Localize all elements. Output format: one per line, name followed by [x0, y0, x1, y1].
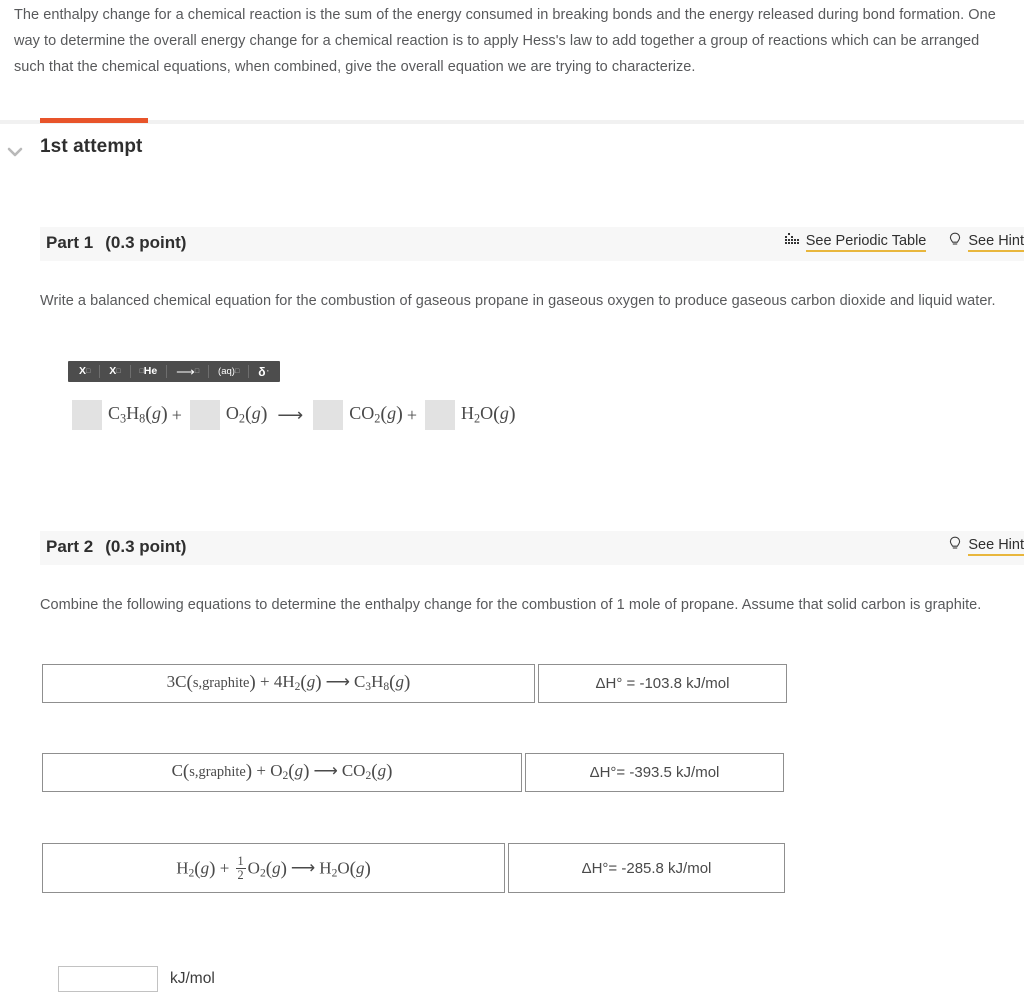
lightbulb-icon [948, 232, 962, 252]
coefficient-input-4[interactable] [424, 400, 455, 430]
attempt-header: 1st attempt [0, 133, 1024, 173]
part2-prompt: Combine the following equations to deter… [40, 597, 982, 613]
coefficient-input-1[interactable] [72, 400, 102, 430]
phase-button[interactable]: (aq) □ [209, 361, 248, 382]
lightbulb-icon [948, 536, 962, 556]
given-enthalpy-2[interactable]: ΔH°= -393.5 kJ/mol [525, 753, 784, 792]
given-enthalpy-3[interactable]: ΔH°= -285.8 kJ/mol [508, 843, 785, 893]
equation-editor-toolbar: X □ X □ □ He ⟶ □ (aq) □ δ · [68, 361, 281, 382]
question-page: The enthalpy change for a chemical react… [0, 0, 1024, 1007]
see-hint-link-part2[interactable]: See Hint [948, 536, 1024, 556]
equation-term: H2O(g) [424, 400, 516, 430]
isotope-button[interactable]: □ He [131, 361, 167, 382]
formula-o2: O2(g) [225, 403, 268, 426]
attempt-progress-bar [40, 118, 148, 123]
periodic-table-icon [784, 233, 800, 251]
part1-title: Part 1 [46, 233, 94, 252]
given-equation-row: C(s,graphite) + O2(g) ⟶ CO2(g) ΔH°= -393.5… [42, 753, 784, 792]
given-enthalpy-1[interactable]: ΔH° = -103.8 kJ/mol [538, 664, 787, 703]
part2-label: Part 2 (0.3 point) [46, 537, 186, 557]
answer-unit-label: kJ/mol [170, 970, 215, 987]
equation-term: CO2(g) [313, 400, 403, 430]
part2-points: (0.3 point) [105, 537, 187, 556]
intro-paragraph: The enthalpy change for a chemical react… [14, 7, 996, 75]
final-answer-row: kJ/mol [58, 966, 215, 992]
given-equation-2[interactable]: C(s,graphite) + O2(g) ⟶ CO2(g) [42, 753, 522, 792]
given-equation-row: 3C(s,graphite) + 4H2(g) ⟶ C3H8(g) ΔH° = -1… [42, 664, 787, 703]
equation-term: O2(g) [189, 400, 268, 430]
formula-co2: CO2(g) [349, 403, 403, 426]
part1-label: Part 1 (0.3 point) [46, 233, 186, 253]
see-periodic-table-label: See Periodic Table [805, 233, 927, 252]
given-equation-1[interactable]: 3C(s,graphite) + 4H2(g) ⟶ C3H8(g) [42, 664, 535, 703]
plus-sign: + [171, 404, 182, 425]
chevron-down-icon[interactable] [2, 141, 28, 163]
equation-term: C3H8(g) [72, 400, 168, 430]
part1-prompt: Write a balanced chemical equation for t… [40, 293, 996, 309]
given-equation-row: H2(g) + 1 2 O2(g) ⟶ H2O(g) ΔH°= -285.8 kJ/mo… [42, 843, 785, 893]
part1-header: Part 1 (0.3 point) See Periodic Table Se… [40, 227, 1024, 261]
part2-header: Part 2 (0.3 point) See Hint [40, 531, 1024, 565]
formula-c3h8: C3H8(g) [108, 403, 168, 426]
part1-header-links: See Periodic Table See Hint [784, 232, 1024, 252]
reaction-arrow-icon: ⟶ [277, 404, 304, 425]
part1-points: (0.3 point) [105, 233, 187, 252]
part1-equation-row: C3H8(g) + O2(g) ⟶ CO2(g) + H2O(g) [72, 400, 516, 430]
equation-text: C(s,graphite) + O2(g) ⟶ CO2(g) [171, 761, 393, 783]
given-equation-3[interactable]: H2(g) + 1 2 O2(g) ⟶ H2O(g) [42, 843, 505, 893]
see-hint-link-part1[interactable]: See Hint [948, 232, 1024, 252]
arrow-button[interactable]: ⟶ □ [167, 361, 208, 382]
attempt-divider [0, 120, 1024, 124]
see-periodic-table-link[interactable]: See Periodic Table [784, 233, 927, 252]
coefficient-input-2[interactable] [189, 400, 220, 430]
enthalpy-answer-input[interactable] [58, 966, 158, 992]
plus-sign: + [406, 404, 417, 425]
attempt-title: 1st attempt [40, 136, 143, 157]
part2-header-links: See Hint [948, 536, 1024, 556]
delta-button[interactable]: δ · [249, 361, 278, 382]
formula-h2o: H2O(g) [460, 403, 516, 426]
coefficient-input-3[interactable] [313, 400, 344, 430]
equation-text: H2(g) + 1 2 O2(g) ⟶ H2O(g) [176, 854, 371, 882]
see-hint-label-part1: See Hint [968, 233, 1024, 252]
part2-title: Part 2 [46, 537, 94, 556]
equation-text: 3C(s,graphite) + 4H2(g) ⟶ C3H8(g) [166, 672, 411, 694]
superscript-button[interactable]: X □ [70, 361, 99, 382]
subscript-button[interactable]: X □ [100, 361, 129, 382]
see-hint-label-part2: See Hint [968, 537, 1024, 556]
